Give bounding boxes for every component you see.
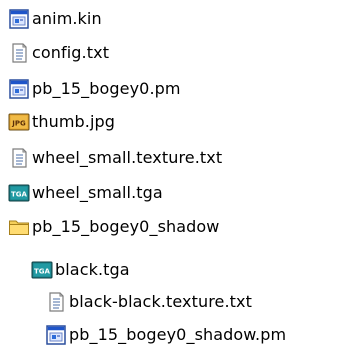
file-item-label: thumb.jpg (32, 112, 116, 131)
file-item-label: wheel_small.texture.txt (32, 148, 223, 167)
file-item-wheel-small-texture-txt[interactable]: wheel_small.texture.txt (8, 145, 222, 171)
svg-text:TGA: TGA (11, 191, 28, 199)
file-item-pb-15-bogey0-pm[interactable]: pb_15_bogey0.pm (8, 76, 181, 102)
jpg-image-icon: JPG (8, 111, 30, 133)
file-item-black-tga[interactable]: TGA black.tga (31, 257, 130, 283)
tga-image-icon: TGA (31, 259, 53, 281)
file-item-pb-15-bogey0-shadow-pm[interactable]: pb_15_bogey0_shadow.pm (45, 322, 286, 348)
text-file-icon (45, 291, 67, 313)
app-file-icon (45, 324, 67, 346)
app-file-icon (8, 78, 30, 100)
folder-item-pb-15-bogey0-shadow[interactable]: pb_15_bogey0_shadow (8, 214, 219, 240)
file-item-label: black-black.texture.txt (69, 292, 252, 311)
text-file-icon (8, 42, 30, 64)
file-item-anim-kin[interactable]: anim.kin (8, 6, 102, 32)
file-item-black-black-texture-txt[interactable]: black-black.texture.txt (45, 289, 252, 315)
file-tree: anim.kin config.txt pb_15_bogey0.pm JPG … (0, 0, 342, 351)
file-item-label: wheel_small.tga (32, 183, 163, 202)
folder-item-label: pb_15_bogey0_shadow (32, 217, 220, 236)
file-item-wheel-small-tga[interactable]: TGA wheel_small.tga (8, 180, 163, 206)
text-file-icon (8, 147, 30, 169)
tga-image-icon: TGA (8, 182, 30, 204)
file-item-config-txt[interactable]: config.txt (8, 40, 109, 66)
file-item-thumb-jpg[interactable]: JPG thumb.jpg (8, 109, 115, 135)
file-item-label: black.tga (55, 260, 130, 279)
file-item-label: pb_15_bogey0.pm (32, 79, 181, 98)
file-item-label: pb_15_bogey0_shadow.pm (69, 325, 287, 344)
folder-icon (8, 216, 30, 238)
app-file-icon (8, 8, 30, 30)
file-item-label: config.txt (32, 43, 110, 62)
svg-text:TGA: TGA (34, 268, 51, 276)
svg-text:JPG: JPG (11, 120, 26, 128)
file-item-label: anim.kin (32, 9, 102, 28)
